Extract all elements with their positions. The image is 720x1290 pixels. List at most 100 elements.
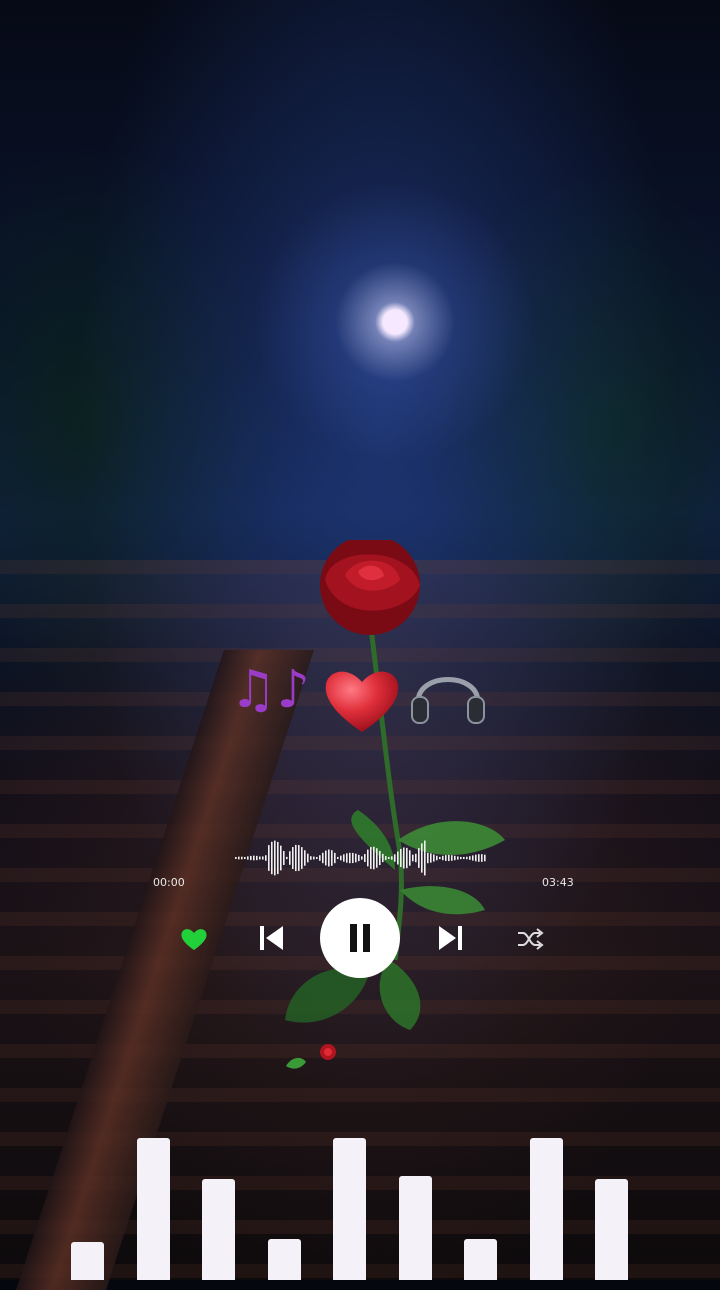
waveform-bar (292, 847, 294, 869)
emoji-decoration: ♫♪ (230, 660, 500, 750)
waveform-bar (469, 856, 471, 860)
waveform-bar (421, 843, 423, 873)
waveform-bar (352, 852, 354, 864)
waveform-bar (238, 856, 240, 860)
waveform-bar (442, 855, 444, 861)
waveform-bar (334, 852, 336, 864)
small-rose-decoration (286, 1044, 336, 1069)
waveform-bar (397, 851, 399, 865)
waveform-bar (394, 854, 396, 862)
waveform-bar (247, 856, 249, 860)
skip-next-icon (439, 926, 462, 950)
waveform-bar (322, 852, 324, 864)
previous-track-button[interactable] (254, 920, 288, 956)
waveform-bar (289, 851, 291, 865)
waveform-bar (472, 855, 474, 861)
waveform-bar (433, 854, 435, 862)
waveform-bar (457, 856, 459, 860)
waveform-bar (280, 845, 282, 871)
waveform-bar (271, 841, 273, 875)
waveform-bar (478, 854, 480, 862)
waveform-bar (319, 855, 321, 861)
waveform-bar (358, 854, 360, 862)
waveform-bar (376, 848, 378, 868)
waveform-bar (370, 847, 372, 869)
waveform-bar (373, 846, 375, 870)
elapsed-time: 00:00 (153, 876, 185, 889)
waveform-bar (412, 854, 414, 862)
red-heart-icon (325, 671, 399, 732)
waveform-bar (403, 847, 405, 869)
waveform-bar (445, 855, 447, 861)
waveform-bar (268, 845, 270, 871)
waveform-bar (346, 853, 348, 863)
shuffle-button[interactable] (514, 924, 546, 954)
waveform-bar (409, 850, 411, 866)
waveform-bar (304, 850, 306, 866)
waveform-bar (316, 856, 318, 860)
waveform-bar (430, 853, 432, 863)
waveform-bar (307, 853, 309, 863)
waveform-bar (406, 847, 408, 869)
waveform-bar (250, 855, 252, 861)
waveform-bar (466, 856, 468, 860)
waveform-bar (286, 856, 288, 860)
waveform-bar (256, 855, 258, 861)
waveform-bar (427, 852, 429, 864)
waveform-bar (265, 855, 267, 861)
waveform-bar (424, 840, 426, 876)
waveform-bar (331, 850, 333, 866)
waveform-bar (463, 856, 465, 860)
waveform-bar (262, 856, 264, 860)
waveform-bar (340, 855, 342, 861)
waveform-bar (484, 854, 486, 862)
waveform-bar (274, 840, 276, 876)
waveform-bar (310, 856, 312, 860)
waveform-bar (355, 853, 357, 863)
waveform-bar (328, 849, 330, 867)
waveform-bar (400, 848, 402, 868)
waveform-bar (418, 848, 420, 868)
waveform-bar (301, 847, 303, 869)
waveform-bar (436, 855, 438, 861)
waveform-bar (364, 854, 366, 862)
waveform-bar (454, 855, 456, 861)
waveform-bar (481, 854, 483, 862)
waveform-bar (475, 854, 477, 862)
music-notes-icon: ♫♪ (230, 660, 310, 720)
waveform-bar (349, 852, 351, 864)
total-duration: 03:43 (542, 876, 574, 889)
waveform-bar (325, 850, 327, 866)
waveform-bar (439, 856, 441, 860)
rose-illustration (285, 540, 505, 1030)
like-button[interactable] (178, 924, 210, 954)
next-track-button[interactable] (434, 920, 468, 956)
waveform-bar (388, 856, 390, 860)
waveform-bar (448, 854, 450, 862)
waveform-bar (298, 845, 300, 871)
waveform-bar (244, 856, 246, 860)
waveform-bar (253, 855, 255, 861)
waveform-bar (235, 857, 237, 859)
waveform-bar (313, 856, 315, 860)
waveform-bar (382, 853, 384, 863)
waveform-bar (337, 856, 339, 860)
waveform-bar (385, 856, 387, 860)
pause-icon (350, 924, 370, 952)
play-pause-button[interactable] (320, 898, 400, 978)
waveform-bar (277, 841, 279, 875)
waveform-bar (391, 856, 393, 860)
waveform-progress-bar[interactable] (233, 838, 489, 878)
waveform-bar (241, 856, 243, 860)
waveform-bar (379, 850, 381, 866)
waveform-bar (259, 856, 261, 860)
headphones-icon (411, 677, 485, 724)
waveform-bar (361, 856, 363, 860)
waveform-bar (283, 851, 285, 865)
waveform-bar (415, 853, 417, 863)
shuffle-icon (518, 928, 544, 950)
waveform-bar (295, 844, 297, 872)
waveform-bar (367, 849, 369, 867)
waveform-bar (343, 854, 345, 862)
waveform-bar (460, 856, 462, 860)
